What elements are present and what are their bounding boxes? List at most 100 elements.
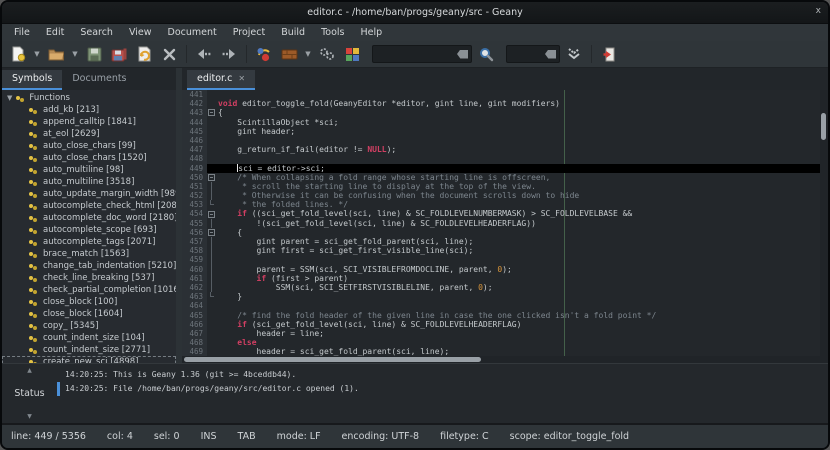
tree-item[interactable]: copy_ [5345] bbox=[2, 320, 176, 332]
navigate-back-button[interactable] bbox=[193, 43, 215, 65]
tree-item[interactable]: autocomplete_scope [693] bbox=[2, 224, 176, 236]
code-line[interactable]: 450 /* When collapsing a fold range whos… bbox=[182, 173, 820, 182]
tabs-scroll-up-icon[interactable]: ▲ bbox=[27, 367, 32, 374]
tree-item[interactable]: check_partial_completion [1016] bbox=[2, 284, 176, 296]
menu-view[interactable]: View bbox=[121, 26, 160, 39]
tree-item[interactable]: auto_update_margin_width [989] bbox=[2, 188, 176, 200]
code-line-current[interactable]: 449 sci = editor->sci; bbox=[182, 164, 820, 173]
code-line[interactable]: 457 gint parent = sci_get_fold_parent(sc… bbox=[182, 237, 820, 246]
code-line[interactable]: 454 if ((sci_get_fold_level(sci, line) &… bbox=[182, 209, 820, 218]
new-file-dropdown[interactable]: ▼ bbox=[32, 43, 42, 65]
menu-edit[interactable]: Edit bbox=[38, 26, 72, 39]
menu-file[interactable]: File bbox=[6, 26, 38, 39]
tree-item[interactable]: count_indent_size [2771] bbox=[2, 344, 176, 356]
goto-line-input[interactable] bbox=[506, 45, 560, 63]
tree-item[interactable]: auto_close_chars [1520] bbox=[2, 152, 176, 164]
status-message[interactable]: 14:20:25: File /home/ban/progs/geany/src… bbox=[57, 382, 828, 396]
tab-symbols[interactable]: Symbols bbox=[2, 70, 62, 90]
tree-item[interactable]: check_line_breaking [537] bbox=[2, 272, 176, 284]
tree-item[interactable]: close_block [1604] bbox=[2, 308, 176, 320]
menu-tools[interactable]: Tools bbox=[313, 26, 352, 39]
code-line[interactable]: 448 bbox=[182, 154, 820, 163]
color-chooser-button[interactable] bbox=[341, 43, 363, 65]
tree-item[interactable]: auto_multiline [98] bbox=[2, 164, 176, 176]
title-bar[interactable]: editor.c - /home/ban/progs/geany/src - G… bbox=[2, 2, 828, 24]
code-line[interactable]: 458 gint first = sci_get_first_visible_l… bbox=[182, 246, 820, 255]
quit-button[interactable] bbox=[598, 43, 620, 65]
status-messages[interactable]: 14:20:25: This is Geany 1.36 (git >= 4bc… bbox=[57, 364, 828, 423]
clear-search-icon[interactable] bbox=[457, 50, 468, 59]
tab-status[interactable]: Status bbox=[14, 388, 44, 399]
menu-help[interactable]: Help bbox=[353, 26, 391, 39]
code-line[interactable]: 452 * Otherwise it can be confusing when… bbox=[182, 191, 820, 200]
tree-root-functions[interactable]: ▼Functions bbox=[2, 92, 176, 104]
code-line[interactable]: 468 else bbox=[182, 338, 820, 347]
code-line[interactable]: 462 SSM(sci, SCI_SETFIRSTVISIBLELINE, pa… bbox=[182, 283, 820, 292]
jump-to-button[interactable] bbox=[563, 43, 585, 65]
open-file-button[interactable] bbox=[45, 43, 67, 65]
close-document-button[interactable] bbox=[158, 43, 180, 65]
code-line[interactable]: 447 g_return_if_fail(editor != NULL); bbox=[182, 145, 820, 154]
tree-item[interactable]: create_new_sci [4898] bbox=[2, 356, 176, 363]
code-line[interactable]: 459 bbox=[182, 255, 820, 264]
vertical-scrollbar-thumb[interactable] bbox=[821, 113, 826, 140]
code-line[interactable]: 443{ bbox=[182, 108, 820, 117]
tree-item[interactable]: auto_close_chars [99] bbox=[2, 140, 176, 152]
execute-button[interactable] bbox=[316, 43, 338, 65]
code-line[interactable]: 466 if (sci_get_fold_level(sci, line) & … bbox=[182, 320, 820, 329]
code-line[interactable]: 469 header = sci_get_fold_parent(sci, li… bbox=[182, 347, 820, 356]
menu-project[interactable]: Project bbox=[225, 26, 274, 39]
code-line[interactable]: 463 } bbox=[182, 292, 820, 301]
tree-item[interactable]: autocomplete_check_html [2088] bbox=[2, 200, 176, 212]
open-file-dropdown[interactable]: ▼ bbox=[70, 43, 80, 65]
tree-item[interactable]: autocomplete_tags [2071] bbox=[2, 236, 176, 248]
expander-icon[interactable]: ▼ bbox=[7, 94, 12, 102]
fold-toggle-icon[interactable] bbox=[207, 108, 216, 117]
code-line[interactable]: 451 * scroll the starting line to displa… bbox=[182, 182, 820, 191]
new-file-button[interactable] bbox=[7, 43, 29, 65]
search-input[interactable] bbox=[372, 45, 472, 63]
code-line[interactable]: 445 gint header; bbox=[182, 127, 820, 136]
code-line[interactable]: 467 header = line; bbox=[182, 329, 820, 338]
tree-item[interactable]: close_block [100] bbox=[2, 296, 176, 308]
code-line[interactable]: 455 !(sci_get_fold_level(sci, line) & SC… bbox=[182, 219, 820, 228]
code-line[interactable]: 446 bbox=[182, 136, 820, 145]
code-line[interactable]: 464 bbox=[182, 301, 820, 310]
tree-item[interactable]: auto_multiline [3518] bbox=[2, 176, 176, 188]
clear-goto-icon[interactable] bbox=[545, 50, 556, 59]
vertical-scrollbar[interactable] bbox=[820, 90, 828, 356]
tree-item[interactable]: brace_match [1563] bbox=[2, 248, 176, 260]
tree-item[interactable]: append_calltip [1841] bbox=[2, 116, 176, 128]
revert-button[interactable] bbox=[133, 43, 155, 65]
menu-build[interactable]: Build bbox=[273, 26, 313, 39]
tree-item[interactable]: at_eol [2629] bbox=[2, 128, 176, 140]
save-all-button[interactable] bbox=[108, 43, 130, 65]
code-line[interactable]: 444 ScintillaObject *sci; bbox=[182, 118, 820, 127]
navigate-forward-button[interactable] bbox=[218, 43, 240, 65]
fold-toggle-icon[interactable] bbox=[207, 173, 216, 182]
tab-documents[interactable]: Documents bbox=[62, 70, 136, 90]
fold-toggle-icon[interactable] bbox=[207, 209, 216, 218]
code-view[interactable]: 441442void editor_toggle_fold(GeanyEdito… bbox=[182, 90, 820, 356]
code-line[interactable]: 461 if (first > parent) bbox=[182, 274, 820, 283]
tree-item[interactable]: change_tab_indentation [5210] bbox=[2, 260, 176, 272]
build-dropdown[interactable]: ▼ bbox=[303, 43, 313, 65]
fold-toggle-icon[interactable] bbox=[207, 228, 216, 237]
editor-tab-close-icon[interactable]: ✕ bbox=[238, 74, 245, 83]
horizontal-scrollbar[interactable] bbox=[182, 356, 828, 363]
code-line[interactable]: 465 /* find the fold header of the given… bbox=[182, 311, 820, 320]
save-button[interactable] bbox=[83, 43, 105, 65]
code-line[interactable]: 442void editor_toggle_fold(GeanyEditor *… bbox=[182, 99, 820, 108]
code-line[interactable]: 460 parent = SSM(sci, SCI_VISIBLEFROMDOC… bbox=[182, 265, 820, 274]
editor-tab[interactable]: editor.c ✕ bbox=[187, 70, 255, 90]
window-close-icon[interactable]: x bbox=[816, 6, 821, 16]
tree-item[interactable]: count_indent_size [104] bbox=[2, 332, 176, 344]
horizontal-scrollbar-thumb[interactable] bbox=[184, 357, 481, 362]
code-line[interactable]: 456 { bbox=[182, 228, 820, 237]
tabs-scroll-down-icon[interactable]: ▼ bbox=[27, 413, 32, 420]
code-line[interactable]: 441 bbox=[182, 90, 820, 99]
menu-document[interactable]: Document bbox=[160, 26, 225, 39]
status-message[interactable]: 14:20:25: This is Geany 1.36 (git >= 4bc… bbox=[57, 368, 828, 382]
tree-item[interactable]: autocomplete_doc_word [2180] bbox=[2, 212, 176, 224]
build-button[interactable] bbox=[278, 43, 300, 65]
